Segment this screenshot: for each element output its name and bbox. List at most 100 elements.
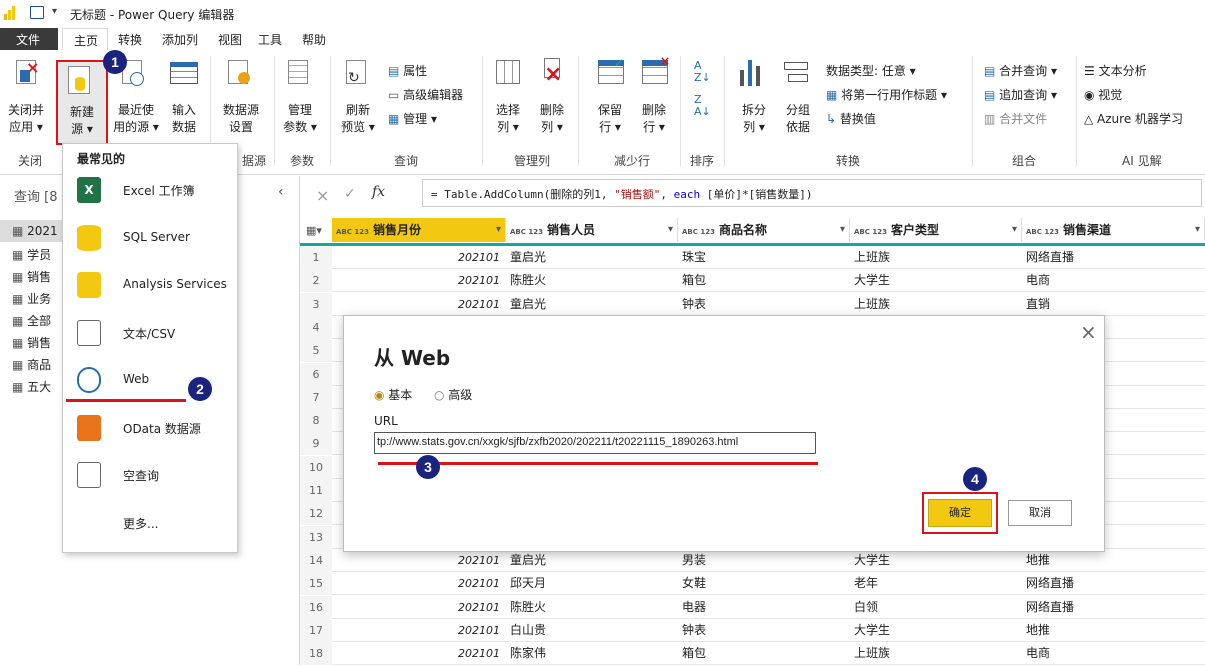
filter-dropdown-icon[interactable]: ▾ (1195, 218, 1200, 242)
sort-ascending-icon[interactable]: A Z↓ (694, 60, 711, 84)
data-type-dropdown[interactable]: 数据类型: 任意 ▾ (826, 62, 916, 79)
dropdown-item[interactable]: 空查询 (63, 453, 237, 499)
dropdown-item[interactable]: OData 数据源 (63, 406, 237, 452)
table-cell[interactable]: 童启光 (510, 246, 546, 266)
table-cell[interactable]: 202101 (332, 596, 500, 616)
table-cell[interactable]: 白山贵 (510, 619, 546, 639)
save-icon[interactable] (30, 6, 44, 19)
url-input[interactable]: tp://www.stats.gov.cn/xxgk/sjfb/zxfb2020… (374, 432, 816, 454)
column-header[interactable]: ABC 123 销售人员 ▾ (506, 218, 678, 242)
manage-parameters-button[interactable]: 管理 参数 ▾ (278, 102, 322, 136)
table-cell[interactable]: 直销 (1026, 293, 1050, 313)
table-cell[interactable]: 陈家伟 (510, 642, 546, 662)
filter-dropdown-icon[interactable]: ▾ (840, 218, 845, 242)
keep-rows-button[interactable]: 保留 行 ▾ (590, 102, 630, 136)
recent-sources-button[interactable]: 最近使 用的源 ▾ (110, 102, 162, 136)
table-cell[interactable]: 202101 (332, 642, 500, 662)
radio-basic[interactable]: ◉ 基本 (374, 386, 412, 403)
query-item[interactable]: ▦ 2021 (12, 224, 58, 238)
ok-button[interactable]: 确定 (928, 499, 992, 527)
table-cell[interactable]: 大学生 (854, 619, 890, 639)
table-cell[interactable]: 202101 (332, 246, 500, 266)
table-cell[interactable]: 陈胜火 (510, 269, 546, 289)
azure-ml-button[interactable]: △ Azure 机器学习 (1084, 110, 1183, 127)
tab-add-column[interactable]: 添加列 (162, 31, 198, 48)
table-cell[interactable]: 202101 (332, 293, 500, 313)
table-menu-icon[interactable]: ▦▾ (306, 224, 322, 237)
query-item[interactable]: ▦ 五大 (12, 378, 51, 395)
radio-advanced[interactable]: ○ 高级 (434, 386, 472, 403)
vision-button[interactable]: ◉ 视觉 (1084, 86, 1122, 103)
choose-columns-button[interactable]: 选择 列 ▾ (488, 102, 528, 136)
table-cell[interactable]: 网络直播 (1026, 596, 1074, 616)
query-item[interactable]: ▦ 学员 (12, 246, 51, 263)
table-cell[interactable]: 电器 (682, 596, 706, 616)
tab-view[interactable]: 视图 (218, 31, 242, 48)
use-first-row-header-button[interactable]: ▦ 将第一行用作标题 ▾ (826, 86, 947, 103)
table-cell[interactable]: 钟表 (682, 619, 706, 639)
tab-tools[interactable]: 工具 (258, 31, 282, 48)
refresh-preview-button[interactable]: 刷新 预览 ▾ (336, 102, 380, 136)
merge-queries-button[interactable]: ▤ 合并查询 ▾ (984, 62, 1057, 79)
collapse-panel-icon[interactable]: ‹ (278, 184, 284, 200)
enter-data-button[interactable]: 输入 数据 (164, 102, 204, 136)
table-cell[interactable]: 上班族 (854, 293, 890, 313)
tab-file[interactable]: 文件 (0, 28, 58, 50)
column-header[interactable]: ABC 123 销售渠道 ▾ (1022, 218, 1205, 242)
table-cell[interactable]: 上班族 (854, 246, 890, 266)
tab-help[interactable]: 帮助 (302, 31, 326, 48)
remove-rows-button[interactable]: 删除 行 ▾ (634, 102, 674, 136)
combine-files-button[interactable]: ▥ 合并文件 (984, 110, 1047, 127)
properties-button[interactable]: ▤ 属性 (388, 62, 427, 79)
tab-home[interactable]: 主页 (62, 28, 108, 50)
data-source-settings-button[interactable]: 数据源 设置 (216, 102, 266, 136)
table-cell[interactable]: 女鞋 (682, 572, 706, 592)
filter-dropdown-icon[interactable]: ▾ (668, 218, 673, 242)
column-header[interactable]: ABC 123 销售月份 ▾ (332, 218, 506, 242)
dropdown-item[interactable]: Web (63, 358, 237, 404)
table-cell[interactable]: 白领 (854, 596, 878, 616)
split-column-button[interactable]: 拆分 列 ▾ (734, 102, 774, 136)
table-cell[interactable]: 地推 (1026, 619, 1050, 639)
commit-formula-icon[interactable]: ✓ (344, 186, 356, 202)
table-cell[interactable]: 童启光 (510, 293, 546, 313)
table-cell[interactable]: 上班族 (854, 642, 890, 662)
cancel-button[interactable]: 取消 (1008, 500, 1072, 526)
quick-access-chevron-icon[interactable]: ▾ (52, 6, 57, 17)
new-source-button[interactable]: 新建 源 ▾ (56, 60, 108, 145)
table-cell[interactable]: 电商 (1026, 269, 1050, 289)
formula-input[interactable]: = Table.AddColumn(删除的列1, "销售额", each [单价… (422, 179, 1202, 207)
table-cell[interactable]: 202101 (332, 269, 500, 289)
column-header[interactable]: ABC 123 商品名称 ▾ (678, 218, 850, 242)
table-cell[interactable]: 陈胜火 (510, 596, 546, 616)
append-queries-button[interactable]: ▤ 追加查询 ▾ (984, 86, 1057, 103)
dropdown-item[interactable]: 文本/CSV (63, 311, 237, 357)
dropdown-item[interactable]: SQL Server (63, 216, 237, 262)
table-cell[interactable]: 电商 (1026, 642, 1050, 662)
column-header[interactable]: ABC 123 客户类型 ▾ (850, 218, 1022, 242)
filter-dropdown-icon[interactable]: ▾ (1012, 218, 1017, 242)
remove-columns-button[interactable]: 删除 列 ▾ (532, 102, 572, 136)
filter-dropdown-icon[interactable]: ▾ (496, 218, 501, 242)
table-cell[interactable]: 箱包 (682, 642, 706, 662)
group-by-button[interactable]: 分组 依据 (778, 102, 818, 136)
table-cell[interactable]: 202101 (332, 572, 500, 592)
close-icon[interactable]: × (1080, 320, 1097, 344)
advanced-editor-button[interactable]: ▭ 高级编辑器 (388, 86, 463, 103)
table-cell[interactable]: 箱包 (682, 269, 706, 289)
query-item[interactable]: ▦ 销售 (12, 334, 51, 351)
query-item[interactable]: ▦ 销售 (12, 268, 51, 285)
table-cell[interactable]: 网络直播 (1026, 246, 1074, 266)
query-item[interactable]: ▦ 全部 (12, 312, 51, 329)
tab-transform[interactable]: 转换 (118, 31, 142, 48)
table-cell[interactable]: 202101 (332, 619, 500, 639)
query-item[interactable]: ▦ 业务 (12, 290, 51, 307)
dropdown-item[interactable]: Analysis Services (63, 263, 237, 309)
cancel-formula-icon[interactable]: × (316, 186, 329, 205)
replace-values-button[interactable]: ↳ 替换值 (826, 110, 876, 127)
table-cell[interactable]: 大学生 (854, 269, 890, 289)
table-cell[interactable]: 钟表 (682, 293, 706, 313)
query-item[interactable]: ▦ 商品 (12, 356, 51, 373)
close-apply-button[interactable]: 关闭并 应用 ▾ (2, 102, 50, 136)
dropdown-item[interactable]: X Excel 工作簿 (63, 168, 237, 214)
